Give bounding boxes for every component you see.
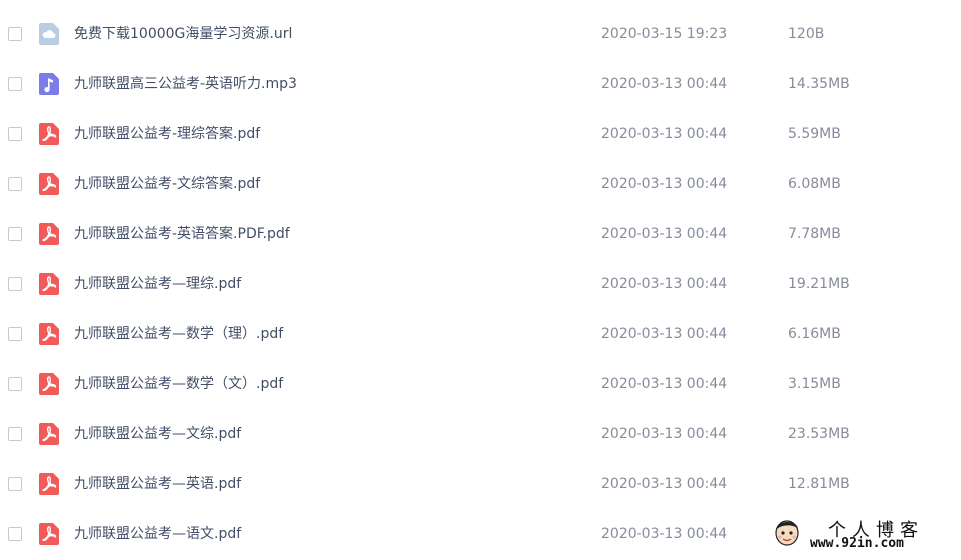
row-checkbox[interactable] [8,427,22,441]
row-checkbox[interactable] [8,327,22,341]
file-row[interactable]: 九师联盟高三公益考-英语听力.mp3 2020-03-13 00:44 14.3… [0,60,961,110]
row-checkbox[interactable] [8,527,22,541]
file-size: 6.16MB [788,326,841,342]
file-row[interactable]: 九师联盟公益考—英语.pdf 2020-03-13 00:44 12.81MB [0,460,961,510]
file-date: 2020-03-13 00:44 [601,326,728,342]
file-date: 2020-03-13 00:44 [601,276,728,292]
row-checkbox[interactable] [8,27,22,41]
file-name[interactable]: 九师联盟公益考-英语答案.PDF.pdf [74,225,290,243]
file-size: 120B [788,26,825,42]
file-name[interactable]: 免费下载10000G海量学习资源.url [74,25,292,43]
file-size: 19.21MB [788,276,850,292]
pdf-file-icon [39,423,59,445]
file-row[interactable]: 九师联盟公益考-理综答案.pdf 2020-03-13 00:44 5.59MB [0,110,961,160]
file-name[interactable]: 九师联盟公益考—文综.pdf [74,425,241,443]
file-list: 免费下载10000G海量学习资源.url 2020-03-15 19:23 12… [0,10,961,560]
blog-watermark: 个人博客 www.92in.com [770,514,955,552]
cartoon-face-icon [775,520,799,546]
pdf-file-icon [39,173,59,195]
row-checkbox[interactable] [8,177,22,191]
file-name[interactable]: 九师联盟公益考—英语.pdf [74,475,241,493]
pdf-file-icon [39,373,59,395]
file-date: 2020-03-13 00:44 [601,526,728,542]
file-row[interactable]: 九师联盟公益考—数学（理）.pdf 2020-03-13 00:44 6.16M… [0,310,961,360]
pdf-file-icon [39,123,59,145]
file-row[interactable]: 九师联盟公益考—数学（文）.pdf 2020-03-13 00:44 3.15M… [0,360,961,410]
file-row[interactable]: 九师联盟公益考—理综.pdf 2020-03-13 00:44 19.21MB [0,260,961,310]
row-checkbox[interactable] [8,227,22,241]
row-checkbox[interactable] [8,77,22,91]
file-size: 23.53MB [788,426,850,442]
file-name[interactable]: 九师联盟公益考—数学（理）.pdf [74,325,283,343]
file-date: 2020-03-15 19:23 [601,26,728,42]
file-name[interactable]: 九师联盟公益考-文综答案.pdf [74,175,260,193]
file-date: 2020-03-13 00:44 [601,76,728,92]
row-checkbox[interactable] [8,277,22,291]
pdf-file-icon [39,323,59,345]
file-date: 2020-03-13 00:44 [601,426,728,442]
row-checkbox[interactable] [8,477,22,491]
file-size: 14.35MB [788,76,850,92]
file-row[interactable]: 免费下载10000G海量学习资源.url 2020-03-15 19:23 12… [0,10,961,60]
watermark-url: www.92in.com [810,536,904,551]
pdf-file-icon [39,523,59,545]
file-date: 2020-03-13 00:44 [601,376,728,392]
file-name[interactable]: 九师联盟公益考-理综答案.pdf [74,125,260,143]
file-size: 6.08MB [788,176,841,192]
pdf-file-icon [39,223,59,245]
file-name[interactable]: 九师联盟公益考—理综.pdf [74,275,241,293]
file-size: 3.15MB [788,376,841,392]
file-date: 2020-03-13 00:44 [601,476,728,492]
file-name[interactable]: 九师联盟公益考—数学（文）.pdf [74,375,283,393]
file-size: 12.81MB [788,476,850,492]
audio-file-icon [39,73,59,95]
file-date: 2020-03-13 00:44 [601,176,728,192]
file-date: 2020-03-13 00:44 [601,126,728,142]
row-checkbox[interactable] [8,377,22,391]
cloud-link-icon [39,23,59,45]
file-row[interactable]: 九师联盟公益考-文综答案.pdf 2020-03-13 00:44 6.08MB [0,160,961,210]
row-checkbox[interactable] [8,127,22,141]
file-name[interactable]: 九师联盟公益考—语文.pdf [74,525,241,543]
file-row[interactable]: 九师联盟公益考—文综.pdf 2020-03-13 00:44 23.53MB [0,410,961,460]
file-date: 2020-03-13 00:44 [601,226,728,242]
file-row[interactable]: 九师联盟公益考-英语答案.PDF.pdf 2020-03-13 00:44 7.… [0,210,961,260]
pdf-file-icon [39,473,59,495]
file-name[interactable]: 九师联盟高三公益考-英语听力.mp3 [74,75,297,93]
file-size: 7.78MB [788,226,841,242]
pdf-file-icon [39,273,59,295]
file-size: 5.59MB [788,126,841,142]
